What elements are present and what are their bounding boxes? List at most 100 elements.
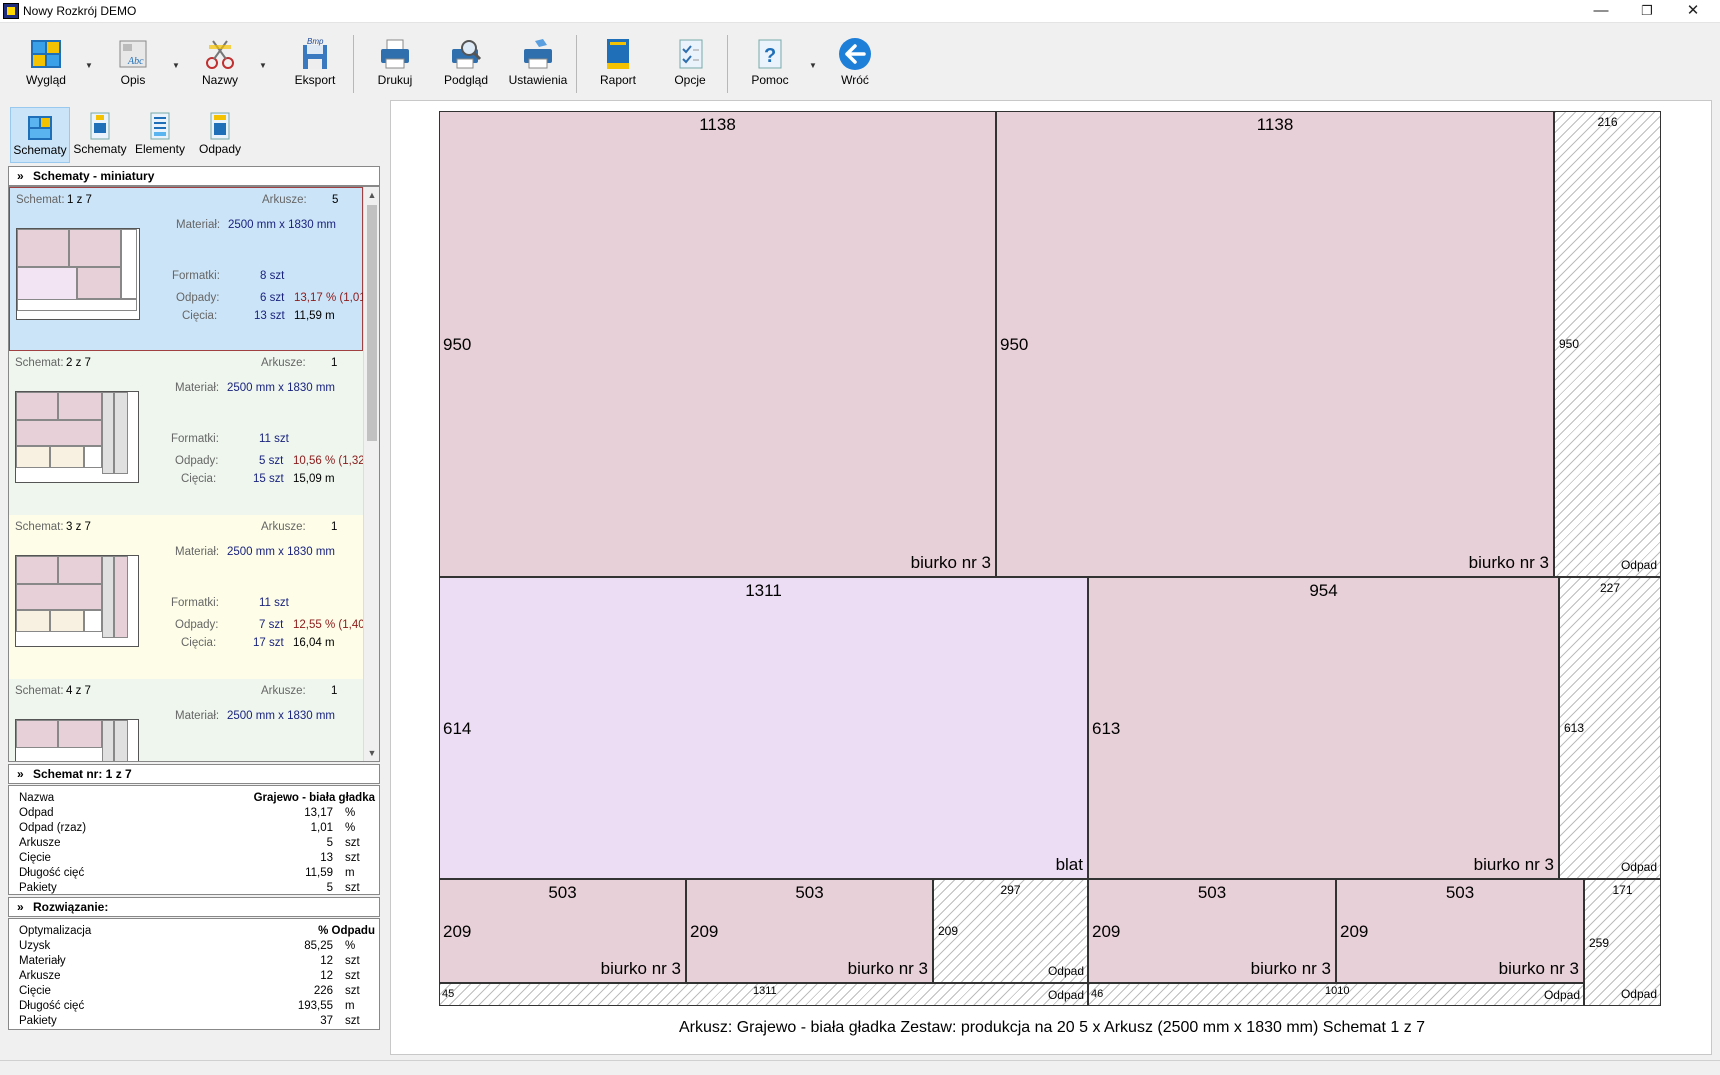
formatki-value: 8 szt [260, 270, 285, 282]
tab-schematy-miniatury[interactable]: Schematy [10, 107, 70, 163]
material-key: Materiał: [175, 382, 220, 394]
close-button[interactable]: ✕ [1670, 0, 1716, 23]
thumbs-header[interactable]: » Schematy - miniatury [8, 166, 380, 186]
tab-schematy[interactable]: Schematy [70, 107, 130, 163]
property-row: Pakiety 5 szt [19, 882, 375, 898]
cut-piece[interactable]: 1138 950 biurko nr 3 [439, 111, 996, 577]
piece-name: biurko nr 3 [600, 959, 681, 978]
property-value: 12 [320, 970, 333, 982]
vertical-scrollbar[interactable]: ▲ ▼ [363, 187, 379, 761]
nazwy-button[interactable]: Nazwy [185, 37, 255, 95]
pomoc-label: Pomoc [751, 73, 789, 87]
thumbnail-piece [77, 267, 121, 299]
abc-glyph: Abc [127, 56, 144, 67]
eksport-button[interactable]: Bmp Eksport [280, 37, 350, 95]
scheme-card-3[interactable]: Schemat: 3 z 7 Arkusze: 1 Materiał: 2500 mm x… [9, 515, 363, 679]
nazwy-dropdown-icon[interactable]: ▼ [258, 61, 268, 71]
cut-piece[interactable]: 954 613 biurko nr 3 [1088, 577, 1559, 879]
scrollbar-thumb[interactable] [367, 205, 377, 441]
layout-icon [31, 40, 61, 68]
piece-width: 216 [1597, 115, 1618, 129]
schemes-thumbnail-icon [28, 116, 52, 140]
piece-name: Odpad [1047, 964, 1084, 978]
wyglad-dropdown-icon[interactable]: ▼ [84, 61, 94, 71]
opcje-button[interactable]: Opcje [655, 37, 725, 95]
drukuj-button[interactable]: Drukuj [360, 37, 430, 95]
wroc-button[interactable]: Wróć [820, 37, 890, 95]
podglad-label: Podgląd [443, 73, 489, 87]
ustawienia-button[interactable]: Ustawienia [503, 37, 573, 95]
piece-name: biurko nr 3 [1468, 553, 1549, 572]
waste-piece[interactable]: 46 1010 Odpad [1088, 983, 1584, 1006]
thumbnail-piece [16, 446, 50, 468]
cut-piece[interactable]: 1311 614 blat [439, 577, 1088, 879]
ciecia-key: Cięcia: [181, 473, 217, 485]
cut-piece[interactable]: 503 209 biurko nr 3 [1336, 879, 1584, 983]
property-row: Materiały 12 szt [19, 955, 375, 971]
print-settings-icon [524, 39, 552, 69]
restore-button[interactable]: ❐ [1624, 0, 1670, 23]
thumbnail-piece [102, 720, 114, 761]
minimize-button[interactable]: — [1578, 0, 1624, 23]
waste-piece[interactable]: 227 613 Odpad [1559, 577, 1661, 879]
piece-height: 950 [1000, 335, 1029, 354]
pomoc-dropdown-icon[interactable]: ▼ [808, 61, 818, 71]
odpady-key: Odpady: [175, 455, 219, 467]
scheme-card-4[interactable]: Schemat: 4 z 7 Arkusze: 1 Materiał: 2500 mm x… [9, 679, 363, 761]
piece-width: 227 [1599, 581, 1621, 595]
property-row: Nazwa Grajewo - biała gładka [19, 792, 375, 808]
rozwiazanie-properties: Optymalizacja % Odpadu Uzysk 85,25% Materiał… [8, 918, 380, 1030]
piece-name: biurko nr 3 [847, 959, 928, 978]
cutting-diagram: 1138 950 biurko nr 3 1138 950 biurko nr 3 216 9… [390, 100, 1712, 1055]
scheme-card-2[interactable]: Schemat: 2 z 7 Arkusze: 1 Materiał: 2500 mm x… [9, 351, 363, 515]
help-icon: ? [758, 39, 782, 69]
wyglad-button[interactable]: Wygląd [11, 37, 81, 95]
expand-chevron-icon: » [17, 169, 24, 183]
thumbnail-piece [114, 392, 128, 474]
cut-piece[interactable]: 503 209 biurko nr 3 [1088, 879, 1336, 983]
property-unit: szt [345, 1015, 360, 1027]
thumbnail-piece [58, 556, 102, 584]
rozwiazanie-header[interactable]: » Rozwiązanie: [8, 897, 380, 917]
piece-width: 503 [1445, 883, 1475, 902]
property-key: Cięcie [19, 852, 51, 864]
odpady-value: 7 szt [259, 619, 284, 631]
cut-piece[interactable]: 503 209 biurko nr 3 [686, 879, 933, 983]
waste-piece[interactable]: 216 950 Odpad [1554, 111, 1661, 577]
cut-piece[interactable]: 1138 950 biurko nr 3 [996, 111, 1554, 577]
raport-button[interactable]: Raport [583, 37, 653, 95]
property-key: Długość cięć [19, 1000, 85, 1012]
property-unit: szt [345, 985, 360, 997]
piece-name: Odpad [1620, 987, 1657, 1001]
property-row: Arkusze 5 szt [19, 837, 375, 853]
piece-width: 1311 [753, 985, 777, 997]
property-unit: szt [345, 837, 360, 849]
pomoc-button[interactable]: ? Pomoc [735, 37, 805, 95]
schemat-header[interactable]: » Schemat nr: 1 z 7 [8, 764, 380, 784]
podglad-button[interactable]: Podgląd [431, 37, 501, 95]
schemat-key: Schemat: [16, 194, 65, 206]
collapse-chevron-icon: » [17, 767, 24, 781]
piece-height: 45 [442, 988, 455, 1000]
print-preview-icon [452, 40, 482, 69]
scheme-thumbnail [15, 719, 139, 761]
waste-piece[interactable]: 45 1311 Odpad [439, 983, 1088, 1006]
opis-dropdown-icon[interactable]: ▼ [171, 61, 181, 71]
opis-button[interactable]: Abc Opis [98, 37, 168, 95]
scroll-down-icon[interactable]: ▼ [364, 745, 379, 761]
tab-odpady[interactable]: Odpady [190, 107, 250, 163]
material-value: 2500 mm x 1830 mm [227, 546, 336, 558]
waste-piece[interactable]: 297 209 Odpad [933, 879, 1088, 983]
tab-elementy[interactable]: Elementy [130, 107, 190, 163]
cut-piece[interactable]: 503 209 biurko nr 3 [439, 879, 686, 983]
piece-height: 614 [443, 719, 472, 738]
scroll-up-icon[interactable]: ▲ [364, 187, 379, 203]
arkusze-key: Arkusze: [262, 194, 307, 206]
waste-icon [210, 112, 230, 140]
scheme-card-1[interactable]: Schemat: 1 z 7 Arkusze: 5 Materiał: 2500 mm x… [9, 187, 364, 351]
sheet-caption: Arkusz: Grajewo - biała gładka Zestaw: p… [678, 1019, 1426, 1036]
property-row: Pakiety 37 szt [19, 1015, 375, 1031]
waste-piece[interactable]: 171 259 Odpad [1584, 879, 1661, 1006]
toolbar-separator [576, 35, 577, 93]
piece-height: 209 [1340, 922, 1369, 941]
